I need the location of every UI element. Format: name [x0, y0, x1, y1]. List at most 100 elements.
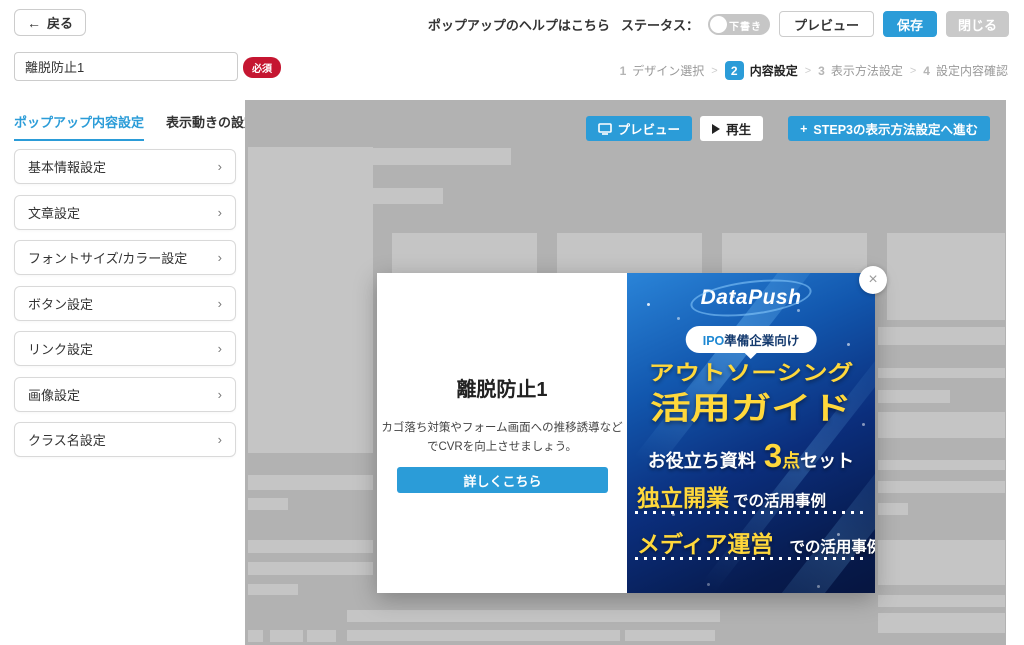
sidebar-item-class-name[interactable]: クラス名設定 ›	[14, 422, 236, 457]
status-value: 下書き	[729, 18, 762, 33]
chevron-right-icon: ›	[218, 387, 222, 402]
step-3-display[interactable]: 3 表示方法設定	[818, 62, 903, 79]
sidebar-item-label: 文章設定	[28, 203, 80, 222]
header-preview-button[interactable]: プレビュー	[779, 11, 874, 37]
banner-case2: メディア運営 での活用事例	[637, 525, 865, 559]
banner-case1: 独立開業 での活用事例	[637, 479, 865, 513]
tab-display-motion-settings[interactable]: 表示動きの設定	[166, 112, 257, 141]
sidebar-item-label: 画像設定	[28, 385, 80, 404]
back-button[interactable]: ← 戻る	[14, 9, 86, 36]
sidebar-item-font-color[interactable]: フォントサイズ/カラー設定 ›	[14, 240, 236, 275]
back-arrow-icon: ←	[27, 16, 41, 30]
placeholder-block	[878, 540, 1005, 585]
step-number: 2	[725, 61, 744, 80]
banner-target-pill: IPO準備企業向け	[686, 326, 817, 353]
sidebar-item-label: ボタン設定	[28, 294, 93, 313]
popup-close-button[interactable]: ×	[859, 266, 887, 294]
sidebar-tabs: ポップアップ内容設定 表示動きの設定	[14, 112, 236, 141]
placeholder-block	[878, 503, 908, 515]
tab-popup-content-settings[interactable]: ポップアップ内容設定	[14, 112, 144, 141]
case1-highlight: 独立開業	[637, 479, 729, 513]
placeholder-block	[878, 460, 1005, 470]
sidebar-item-link[interactable]: リンク設定 ›	[14, 331, 236, 366]
placeholder-block	[878, 613, 1005, 633]
placeholder-block	[878, 412, 1005, 438]
placeholder-block	[347, 148, 511, 165]
subline-prefix: お役立ち資料	[648, 447, 756, 473]
placeholder-block	[307, 630, 336, 642]
sidebar-item-basic-info[interactable]: 基本情報設定 ›	[14, 149, 236, 184]
popup-title: 離脱防止1	[377, 373, 627, 402]
plus-icon: +	[800, 122, 807, 136]
monitor-icon	[598, 123, 612, 135]
placeholder-block	[248, 630, 263, 642]
sidebar-card-list: 基本情報設定 › 文章設定 › フォントサイズ/カラー設定 › ボタン設定 › …	[14, 149, 236, 468]
sidebar-item-text[interactable]: 文章設定 ›	[14, 195, 236, 230]
placeholder-block	[347, 610, 720, 622]
chevron-right-icon: ›	[218, 159, 222, 174]
popup-banner-image: DataPush IPO準備企業向け アウトソーシング 活用ガイド お役立ち資料…	[627, 273, 875, 593]
step-number: 1	[620, 64, 627, 78]
canvas-actions: プレビュー 再生 + STEP3の表示方法設定へ進む	[586, 116, 990, 141]
next-step-label: STEP3の表示方法設定へ進む	[813, 119, 978, 138]
toggle-knob-icon	[710, 16, 727, 33]
step-1-design[interactable]: 1 デザイン選択	[620, 62, 705, 79]
canvas-preview-button[interactable]: プレビュー	[586, 116, 693, 141]
play-icon	[712, 124, 720, 134]
next-step-button[interactable]: + STEP3の表示方法設定へ進む	[788, 116, 990, 141]
popup-text-panel: 離脱防止1 カゴ落ち対策やフォーム画面への推移誘導など でCVRを向上させましょ…	[377, 273, 627, 593]
placeholder-block	[248, 562, 373, 575]
step-2-content[interactable]: 2 内容設定	[725, 61, 798, 80]
chevron-right-icon: ›	[218, 341, 222, 356]
status-toggle[interactable]: 下書き	[708, 14, 770, 35]
step-separator: >	[910, 65, 916, 77]
case1-rest: での活用事例	[733, 489, 826, 511]
canvas-preview-label: プレビュー	[618, 119, 681, 138]
subline-unit: 点	[782, 447, 800, 473]
chevron-right-icon: ›	[218, 205, 222, 220]
banner-subline: お役立ち資料 3 点 セット	[627, 439, 875, 473]
popup-cta-button[interactable]: 詳しくこちら	[397, 467, 608, 493]
placeholder-block	[625, 630, 715, 641]
step-number: 4	[923, 64, 930, 78]
required-badge: 必須	[243, 57, 281, 78]
step-label: 設定内容確認	[936, 62, 1008, 79]
chevron-right-icon: ›	[218, 296, 222, 311]
play-label: 再生	[726, 119, 751, 138]
popup-help-link[interactable]: ポップアップのヘルプはこちら	[428, 15, 610, 34]
placeholder-block	[248, 475, 373, 490]
placeholder-block	[248, 584, 298, 595]
sidebar-item-label: リンク設定	[28, 339, 93, 358]
save-button[interactable]: 保存	[883, 11, 937, 37]
placeholder-block	[878, 595, 1005, 607]
popup-preview: 離脱防止1 カゴ落ち対策やフォーム画面への推移誘導など でCVRを向上させましょ…	[377, 273, 875, 593]
datapush-logo: DataPush	[627, 286, 875, 310]
close-icon: ×	[868, 271, 877, 289]
placeholder-block	[878, 368, 1005, 378]
header-close-button[interactable]: 閉じる	[946, 11, 1009, 37]
placeholder-block	[347, 630, 620, 641]
sidebar-item-label: 基本情報設定	[28, 157, 106, 176]
subline-suffix: セット	[800, 447, 854, 473]
step-4-confirm[interactable]: 4 設定内容確認	[923, 62, 1008, 79]
case2-highlight: メディア運営	[637, 525, 773, 559]
banner-headline2: 活用ガイド	[627, 383, 875, 428]
sidebar-item-label: クラス名設定	[28, 430, 106, 449]
placeholder-block	[347, 188, 443, 204]
pill-rest: 準備企業向け	[724, 334, 799, 348]
popup-name-input[interactable]	[14, 52, 238, 81]
sidebar-item-image[interactable]: 画像設定 ›	[14, 377, 236, 412]
step-number: 3	[818, 64, 825, 78]
popup-description-line2: でCVRを向上させましょう。	[427, 441, 577, 453]
placeholder-block	[248, 540, 373, 553]
placeholder-block	[878, 390, 950, 403]
placeholder-block	[270, 630, 303, 642]
dotted-divider	[635, 511, 867, 514]
preview-canvas: プレビュー 再生 + STEP3の表示方法設定へ進む 離脱防止1 カゴ落ち対策や…	[245, 100, 1006, 645]
back-button-label: 戻る	[47, 13, 73, 32]
play-button[interactable]: 再生	[700, 116, 763, 141]
pill-highlight: IPO	[703, 334, 725, 348]
dotted-divider	[635, 557, 867, 560]
sidebar-item-button[interactable]: ボタン設定 ›	[14, 286, 236, 321]
step-separator: >	[711, 65, 717, 77]
